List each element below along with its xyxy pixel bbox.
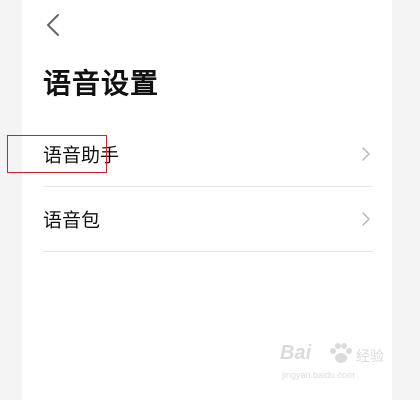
chevron-right-icon xyxy=(362,147,370,161)
settings-screen: 语音设置 语音助手 语音包 xyxy=(22,0,392,400)
list-item-voice-assistant[interactable]: 语音助手 xyxy=(43,122,373,187)
list-item-label: 语音助手 xyxy=(43,144,120,167)
list-item-voice-pack[interactable]: 语音包 xyxy=(43,187,373,252)
back-button[interactable] xyxy=(38,10,68,40)
page-title: 语音设置 xyxy=(43,67,160,100)
chevron-right-icon xyxy=(362,212,370,226)
list-item-label: 语音包 xyxy=(43,209,101,232)
settings-list: 语音助手 语音包 xyxy=(43,122,373,252)
chevron-left-icon xyxy=(47,14,59,36)
